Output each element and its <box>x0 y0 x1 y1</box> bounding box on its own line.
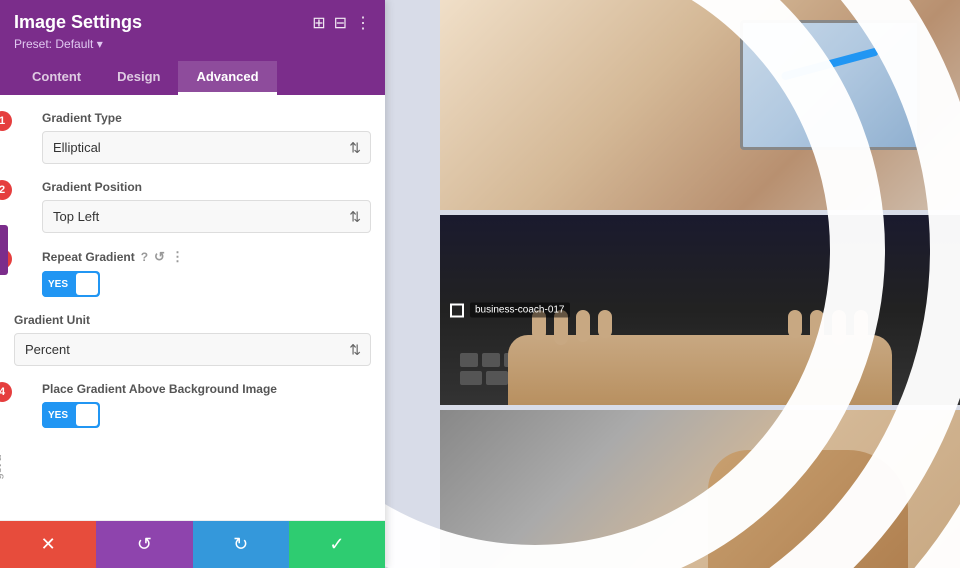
columns-icon[interactable]: ⊟ <box>334 13 347 33</box>
repeat-gradient-group: 3 Repeat Gradient ? ↺ ⋮ YES <box>14 249 371 297</box>
gradient-position-select[interactable]: Top Left Top Center Top Right Center Lef… <box>42 200 371 233</box>
place-gradient-switch[interactable]: YES <box>42 402 100 428</box>
repeat-gradient-switch[interactable]: YES <box>42 271 100 297</box>
toggle-thumb <box>76 273 98 295</box>
gradient-unit-label: Gradient Unit <box>14 313 371 327</box>
arc-overlay <box>385 0 960 568</box>
panel-title-icons: ⊞ ⊟ ⋮ <box>312 13 371 33</box>
undo-button[interactable]: ↺ <box>96 521 192 568</box>
repeat-gradient-toggle[interactable]: YES <box>42 271 371 297</box>
gradient-type-label: Gradient Type <box>42 111 371 125</box>
tab-design[interactable]: Design <box>99 61 178 95</box>
toggle-yes-label: YES <box>42 271 74 297</box>
gradient-position-label: Gradient Position <box>42 180 371 194</box>
panel-actions: ✕ ↺ ↻ ✓ <box>0 520 385 568</box>
gradient-unit-select[interactable]: Percent Pixel <box>14 333 371 366</box>
badge-1: 1 <box>0 111 12 131</box>
cancel-button[interactable]: ✕ <box>0 521 96 568</box>
tab-content[interactable]: Content <box>14 61 99 95</box>
save-button[interactable]: ✓ <box>289 521 385 568</box>
place-gradient-label: Place Gradient Above Background Image <box>42 382 371 396</box>
place-gradient-toggle[interactable]: YES <box>42 402 371 428</box>
side-reset-indicator[interactable] <box>0 225 8 275</box>
more-icon[interactable]: ⋮ <box>355 13 371 33</box>
badge-2: 2 <box>0 180 12 200</box>
gradient-unit-select-wrapper: Percent Pixel ⇅ <box>14 333 371 366</box>
panel-header: Image Settings ⊞ ⊟ ⋮ Preset: Default Con… <box>0 0 385 95</box>
redo-button[interactable]: ↻ <box>193 521 289 568</box>
tab-bar: Content Design Advanced <box>14 61 371 95</box>
expand-icon[interactable]: ⊞ <box>312 13 325 33</box>
repeat-gradient-label: Repeat Gradient ? ↺ ⋮ <box>42 249 371 265</box>
gradient-type-select-wrapper: Linear Elliptical Conical ⇅ <box>42 131 371 164</box>
tab-advanced[interactable]: Advanced <box>178 61 276 95</box>
gradient-position-group: 2 Gradient Position Top Left Top Center … <box>14 180 371 233</box>
repeat-gradient-help-icon[interactable]: ? <box>141 250 148 264</box>
panel-body: 1 Gradient Type Linear Elliptical Conica… <box>0 95 385 520</box>
side-label: get a <box>0 455 4 479</box>
settings-panel: Image Settings ⊞ ⊟ ⋮ Preset: Default Con… <box>0 0 385 568</box>
preset-selector[interactable]: Preset: Default <box>14 37 371 51</box>
place-gradient-yes-label: YES <box>42 402 74 428</box>
repeat-gradient-more-icon[interactable]: ⋮ <box>171 249 184 265</box>
panel-title: Image Settings <box>14 12 142 33</box>
place-gradient-group: 4 Place Gradient Above Background Image … <box>14 382 371 428</box>
place-gradient-thumb <box>76 404 98 426</box>
badge-4: 4 <box>0 382 12 402</box>
gradient-position-select-wrapper: Top Left Top Center Top Right Center Lef… <box>42 200 371 233</box>
content-area: business-coach-017 <box>385 0 960 568</box>
gradient-type-group: 1 Gradient Type Linear Elliptical Conica… <box>14 111 371 164</box>
gradient-type-select[interactable]: Linear Elliptical Conical <box>42 131 371 164</box>
repeat-gradient-reset-icon[interactable]: ↺ <box>154 249 165 265</box>
gradient-unit-group: Gradient Unit Percent Pixel ⇅ <box>14 313 371 366</box>
